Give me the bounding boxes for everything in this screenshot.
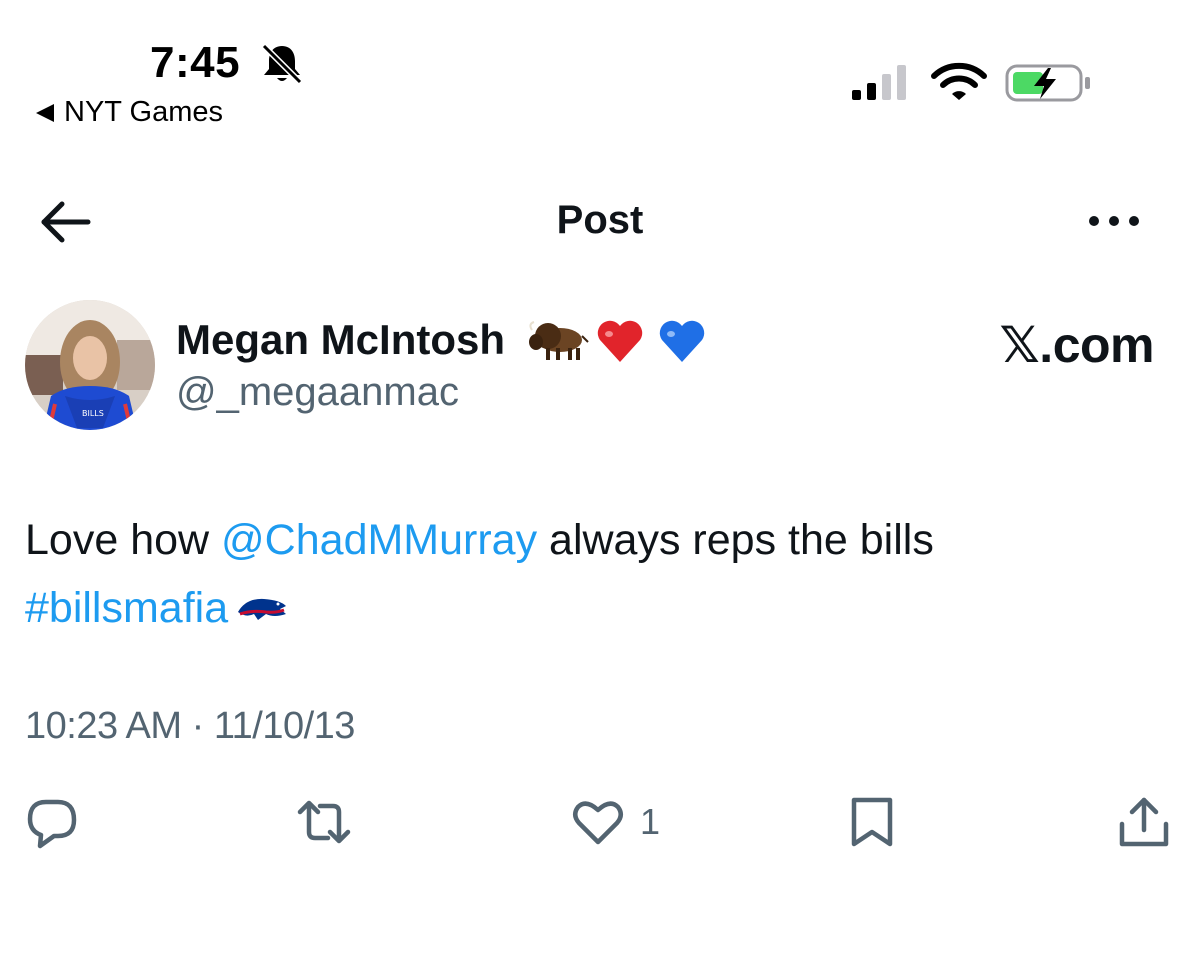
battery-charging-icon bbox=[1005, 64, 1090, 102]
author-handle[interactable]: @_megaanmac bbox=[176, 370, 459, 415]
post-screen: 7:45 NYT Games Post BILLS Megan McIntosh… bbox=[0, 0, 1200, 966]
back-to-app-link[interactable]: NYT Games bbox=[34, 96, 223, 129]
share-button[interactable] bbox=[1116, 792, 1172, 852]
page-title: Post bbox=[556, 198, 644, 242]
name-emojis bbox=[529, 320, 705, 362]
hashtag-link[interactable]: #billsmafia bbox=[25, 584, 228, 632]
retweet-icon bbox=[297, 800, 351, 844]
heart-icon bbox=[573, 801, 623, 845]
back-triangle-icon bbox=[36, 103, 54, 122]
share-icon bbox=[1119, 797, 1169, 847]
mention-link[interactable]: @ChadMMurray bbox=[221, 516, 537, 564]
post-timestamp[interactable]: 10:23 AM · 11/10/13 bbox=[25, 705, 355, 748]
author-name[interactable]: Megan McIntosh bbox=[176, 316, 505, 364]
red-heart-emoji bbox=[597, 320, 643, 362]
bookmark-icon bbox=[851, 797, 893, 847]
blue-heart-emoji bbox=[659, 320, 705, 362]
post-text-end: always reps the bills bbox=[537, 516, 934, 564]
wifi-icon bbox=[931, 62, 987, 100]
like-button[interactable]: 1 bbox=[570, 792, 660, 852]
bookmark-button[interactable] bbox=[844, 792, 900, 852]
more-horizontal-icon[interactable] bbox=[1084, 206, 1144, 236]
x-brand-label: 𝕏.com bbox=[999, 317, 1155, 373]
svg-text:BILLS: BILLS bbox=[82, 409, 104, 418]
bell-slash-icon bbox=[261, 43, 303, 85]
post-text-start: Love how bbox=[25, 516, 222, 564]
like-count: 1 bbox=[640, 801, 661, 842]
reply-icon bbox=[27, 799, 77, 849]
retweet-button[interactable] bbox=[296, 792, 352, 852]
status-time: 7:45 bbox=[150, 38, 241, 87]
back-app-label: NYT Games bbox=[64, 96, 224, 128]
reply-button[interactable] bbox=[24, 792, 80, 852]
buffalo-bills-logo bbox=[238, 598, 287, 620]
avatar-image: BILLS bbox=[25, 300, 155, 430]
post-text: Love how @ChadMMurray always reps the bi… bbox=[25, 506, 1165, 642]
avatar[interactable]: BILLS bbox=[25, 300, 155, 430]
signal-icon bbox=[852, 65, 906, 100]
bison-emoji bbox=[529, 321, 589, 360]
